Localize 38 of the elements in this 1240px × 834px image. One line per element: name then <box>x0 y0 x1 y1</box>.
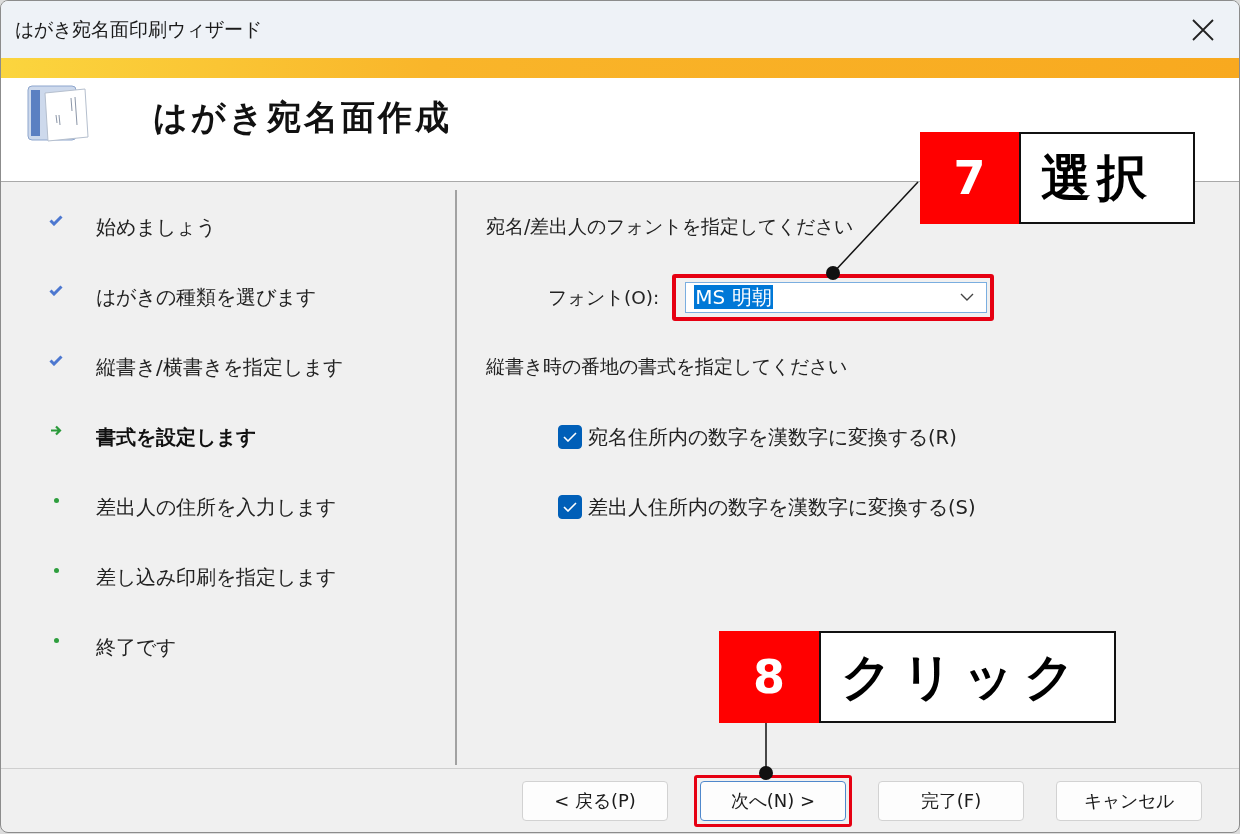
checkbox[interactable] <box>558 495 582 519</box>
field-label: フォント(O): <box>548 285 660 310</box>
step-label: 差出人の住所を入力します <box>96 493 336 521</box>
bullet-icon <box>53 637 59 643</box>
step-number-badge: 7 <box>920 132 1019 224</box>
callout-label: クリック <box>819 631 1116 723</box>
wizard-button[interactable]: < 戻る(P) <box>522 780 668 821</box>
step-label: 書式を設定します <box>96 423 256 451</box>
checkmark-icon <box>563 432 577 442</box>
bullet-icon <box>53 497 59 503</box>
wizard-button[interactable]: 完了(F) <box>878 780 1024 821</box>
check-icon <box>49 284 63 296</box>
leader-line <box>759 722 773 780</box>
step-label: 差し込み印刷を指定します <box>96 563 336 591</box>
checkbox-label: 宛名住所内の数字を漢数字に変換する(R) <box>588 424 957 451</box>
step-label: 始めましょう <box>96 213 216 241</box>
step-number-badge: 8 <box>719 631 819 723</box>
step-label: 縦書き/横書きを指定します <box>96 353 343 381</box>
wizard-button[interactable]: 次へ(N) > <box>700 780 846 821</box>
arrow-icon <box>50 424 62 436</box>
window-title: はがき宛名面印刷ウィザード <box>15 16 262 42</box>
close-icon <box>1192 18 1214 41</box>
wizard-button[interactable]: キャンセル <box>1056 780 1202 821</box>
step-label: 終了です <box>96 633 176 661</box>
font-dropdown[interactable]: MS 明朝 <box>685 281 988 313</box>
check-icon <box>49 354 63 366</box>
card-stack-icon <box>27 85 89 143</box>
chevron-down-icon <box>960 293 975 301</box>
check-icon <box>49 214 63 226</box>
checkmark-icon <box>563 502 577 512</box>
checkbox-label: 差出人住所内の数字を漢数字に変換する(S) <box>588 494 976 521</box>
section-heading: 宛名/差出人のフォントを指定してください <box>486 215 854 239</box>
bullet-icon <box>53 567 59 573</box>
page-title: はがき宛名面作成 <box>153 97 452 137</box>
section-heading: 縦書き時の番地の書式を指定してください <box>486 355 847 379</box>
callout-label: 選択 <box>1019 132 1195 224</box>
checkbox[interactable] <box>558 425 582 449</box>
step-label: はがきの種類を選びます <box>96 283 316 311</box>
